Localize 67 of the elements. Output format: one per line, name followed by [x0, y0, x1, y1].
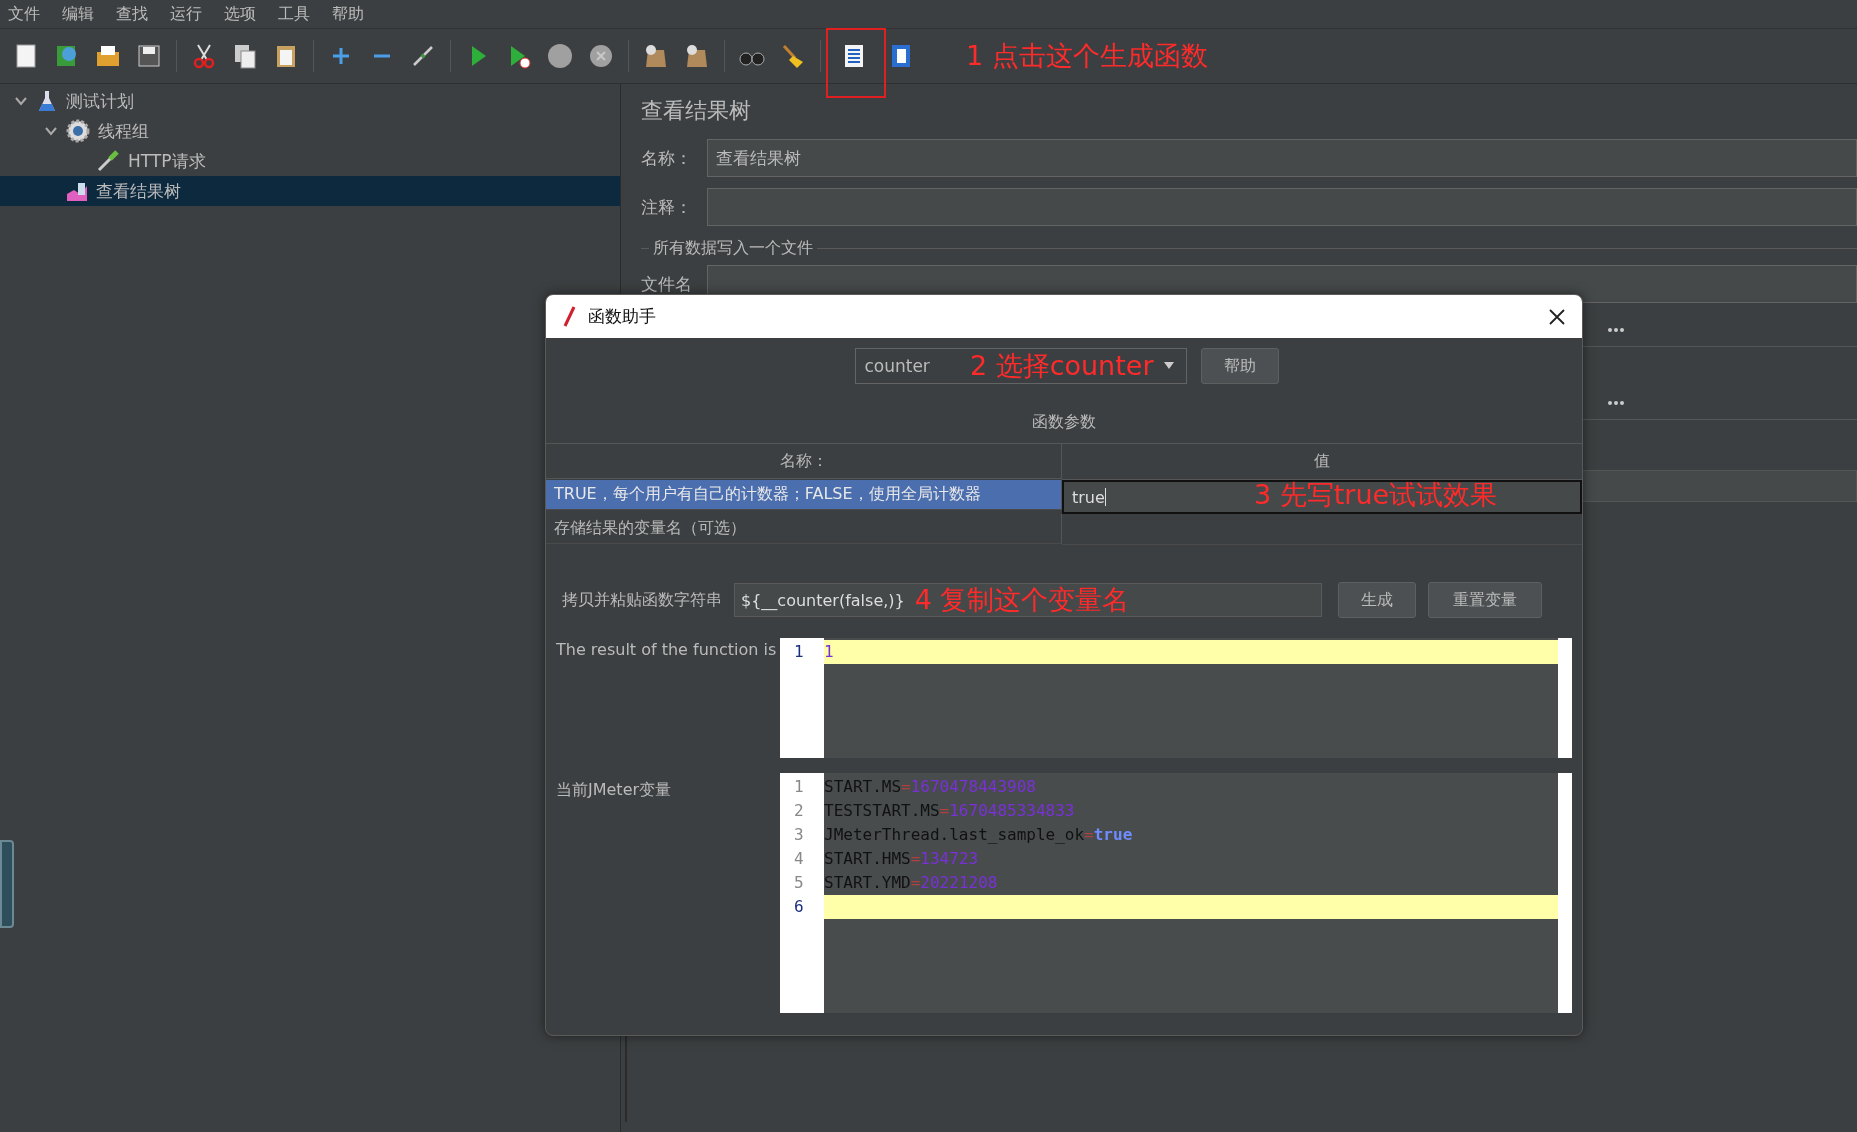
- comment-field[interactable]: [707, 188, 1857, 226]
- pipette-icon: [96, 149, 120, 173]
- function-dropdown[interactable]: counter 2 选择counter: [855, 348, 1187, 384]
- annotation: 4 复制这个变量名: [914, 583, 1130, 617]
- gear-icon: [66, 119, 90, 143]
- code-editor[interactable]: 1 2 3 4 5 6 START.MS=1670478443908 TESTSTART.MS=1670485334833 JMeterThread.last_sample_ok=true START.HMS=134723 START.YMD=20221208: [780, 773, 1572, 1013]
- save-icon[interactable]: [135, 42, 163, 70]
- code-line: JMeterThread.last_sample_ok=true: [824, 824, 1134, 846]
- menu-item[interactable]: 查找: [116, 3, 148, 25]
- tree-item[interactable]: HTTP请求: [0, 146, 620, 176]
- name-field[interactable]: 查看结果树: [707, 139, 1857, 177]
- function-string-field[interactable]: ${__counter(false,)} 4 复制这个变量名: [734, 583, 1322, 617]
- table-cell[interactable]: TRUE，每个用户有自己的计数器；FALSE，使用全局计数器: [546, 480, 1062, 510]
- annotation: 2 选择counter: [969, 349, 1154, 383]
- more-icon[interactable]: [1607, 400, 1625, 406]
- code-line: START.MS=1670478443908: [824, 776, 1037, 798]
- stop-icon[interactable]: [546, 42, 574, 70]
- generate-button[interactable]: 生成: [1338, 582, 1416, 618]
- panel-title: 查看结果树: [641, 97, 752, 125]
- line-number: 6: [793, 896, 805, 918]
- tree-item[interactable]: 测试计划: [0, 86, 620, 116]
- table-cell[interactable]: true 3 先写true试试效果: [1062, 480, 1582, 514]
- menu-item[interactable]: 选项: [224, 3, 256, 25]
- code-line: TESTSTART.MS=1670485334833: [824, 800, 1076, 822]
- highlight-frame: [826, 28, 886, 98]
- annotation: 1 点击这个生成函数: [966, 39, 1208, 73]
- code-line: START.YMD=20221208: [824, 872, 999, 894]
- field-label: 名称：: [641, 146, 693, 170]
- tree-item[interactable]: 线程组: [0, 116, 620, 146]
- column-header: 名称：: [546, 444, 1062, 479]
- field-label: The result of the function is: [556, 639, 778, 661]
- column-header: 值: [1062, 444, 1582, 480]
- flask-icon: [36, 89, 58, 113]
- feather-icon: [562, 305, 576, 328]
- menu-item[interactable]: 运行: [170, 3, 202, 25]
- field-label: 注释：: [641, 195, 693, 219]
- line-number: 4: [793, 848, 805, 870]
- code-line: START.HMS=134723: [824, 848, 980, 870]
- line-number: 1: [793, 776, 805, 798]
- reset-button[interactable]: 重置变量: [1428, 582, 1542, 618]
- shutdown-icon[interactable]: [587, 42, 615, 70]
- tree-item[interactable]: 查看结果树: [0, 176, 620, 206]
- more-icon[interactable]: [1607, 327, 1625, 333]
- section-title: 函数参数: [1031, 412, 1097, 433]
- line-number: 3: [793, 824, 805, 846]
- menu-item[interactable]: 文件: [8, 3, 40, 25]
- group-title: 所有数据写入一个文件: [652, 237, 814, 259]
- dialog-title: 函数助手: [588, 305, 656, 328]
- menu-item[interactable]: 帮助: [332, 3, 364, 25]
- code-editor[interactable]: 1 1: [780, 638, 1572, 758]
- menu-item[interactable]: 工具: [278, 3, 310, 25]
- line-number: 5: [793, 872, 805, 894]
- annotation: 3 先写true试试效果: [1254, 478, 1498, 512]
- scrollbar[interactable]: [1558, 638, 1572, 758]
- menu-item[interactable]: 编辑: [62, 3, 94, 25]
- line-number: 2: [793, 800, 805, 822]
- scrollbar[interactable]: [1558, 773, 1572, 1013]
- close-icon[interactable]: [1548, 307, 1566, 326]
- field-label: 拷贝并粘贴函数字符串: [562, 589, 722, 611]
- field-label: 文件名: [641, 272, 693, 296]
- table-cell[interactable]: 存储结果的变量名（可选）: [546, 514, 1062, 544]
- chart-icon: [66, 180, 88, 202]
- line-number: 1: [793, 641, 805, 663]
- field-label: 当前JMeter变量: [556, 779, 673, 801]
- caret-icon: [1163, 362, 1174, 370]
- help-button[interactable]: 帮助: [1200, 348, 1279, 384]
- side-handle[interactable]: [0, 840, 14, 928]
